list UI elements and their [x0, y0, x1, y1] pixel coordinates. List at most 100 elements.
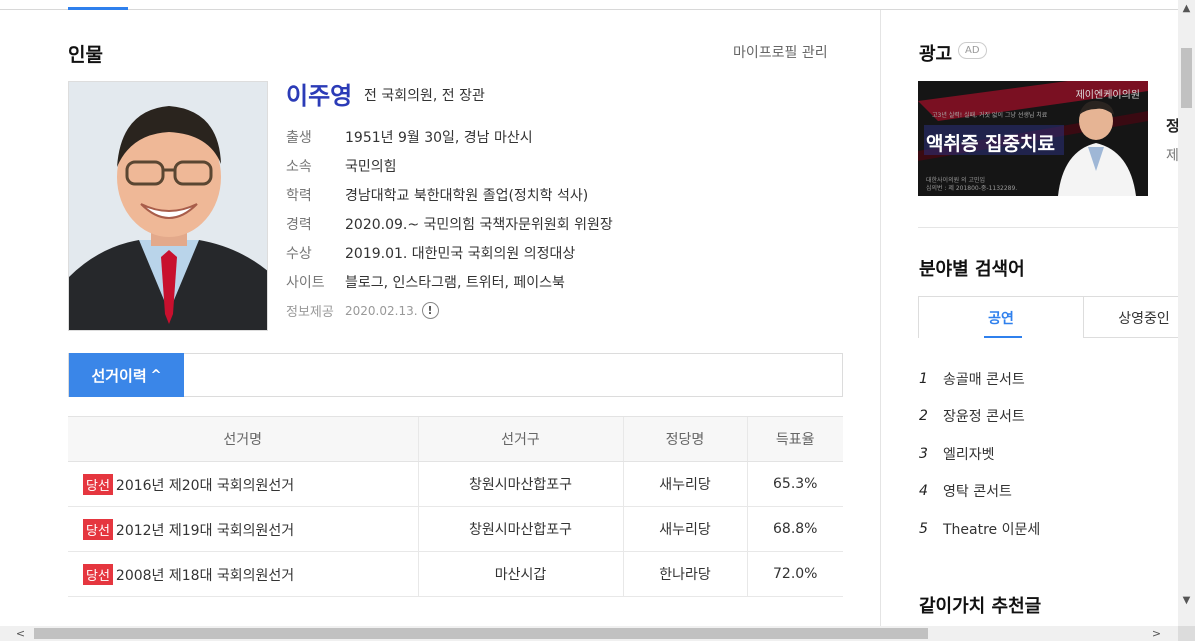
portrait-illustration — [69, 82, 267, 330]
exclamation-circle-icon[interactable]: ! — [421, 302, 439, 319]
vertical-scroll-thumb[interactable] — [1181, 48, 1192, 108]
elected-badge: 당선 — [83, 473, 113, 495]
col-header: 선거구 — [417, 416, 623, 462]
arrow-up-icon[interactable]: ▲ — [1178, 0, 1195, 17]
ad-footnote-line2: 심의번 : 제 201800-중-1132289. — [926, 185, 1018, 192]
info-provider: 정보제공 2020.02.13. ! — [286, 296, 846, 325]
table-row: 당선 2016년 제20대 국회의원선거 창원시마산합포구 새누리당 65.3% — [68, 461, 843, 507]
election-name[interactable]: 2008년 제18대 국회의원선거 — [116, 568, 294, 584]
ad-side-text: 제 — [1166, 148, 1178, 164]
list-item[interactable]: 4 영탁 콘서트 — [919, 473, 1178, 511]
info-row-birth: 출생 1951년 9월 30일, 경남 마산시 — [286, 122, 846, 151]
info-provider-date: 2020.02.13. — [345, 303, 418, 318]
col-header: 선거명 — [68, 416, 418, 462]
keyword-ranking-list: 1 송골매 콘서트 2 장윤정 콘서트 3 엘리자벳 4 영탁 콘서트 5 Th… — [919, 360, 1178, 548]
info-key: 경력 — [286, 216, 312, 233]
tab-label: 선거이력 — [91, 366, 147, 385]
col-header: 득표율 — [746, 416, 843, 462]
info-row-affiliation: 소속 국민의힘 — [286, 151, 846, 180]
info-row-award: 수상 2019.01. 대한민국 국회의원 의정대상 — [286, 238, 846, 267]
election-name-cell: 당선 2016년 제20대 국회의원선거 — [68, 461, 418, 507]
election-name-cell: 당선 2008년 제18대 국회의원선거 — [68, 551, 418, 597]
main-content: 인물 마이프로필 관리 이주영 전 국회의원, 전 장관 출생 1951년 9월… — [0, 10, 880, 626]
ad-copy-small: 고3년 실력! 실패, 거짓 없이 그냥 선생님 치료 — [932, 112, 1048, 119]
district-cell: 창원시마산합포구 — [417, 461, 623, 507]
list-item[interactable]: 2 장윤정 콘서트 — [919, 398, 1178, 436]
election-name-cell: 당선 2012년 제19대 국회의원선거 — [68, 506, 418, 552]
profile-info: 출생 1951년 9월 30일, 경남 마산시 소속 국민의힘 학력 경남대학교… — [286, 122, 846, 325]
info-value: 2020.09.~ 국민의힘 국책자문위원회 위원장 — [345, 216, 613, 233]
arrow-down-icon[interactable]: ▼ — [1178, 592, 1195, 609]
tab-performance[interactable]: 공연 — [918, 296, 1084, 338]
election-name[interactable]: 2012년 제19대 국회의원선거 — [116, 523, 294, 539]
district-cell: 마산시갑 — [417, 551, 623, 597]
info-value: 경남대학교 북한대학원 졸업(정치학 석사) — [345, 187, 589, 204]
scrollbar-corner — [1178, 626, 1195, 641]
my-profile-manage-link[interactable]: 마이프로필 관리 — [733, 42, 828, 62]
person-name[interactable]: 이주영 — [286, 76, 352, 111]
info-row-education: 학력 경남대학교 북한대학원 졸업(정치학 석사) — [286, 180, 846, 209]
list-item[interactable]: 1 송골매 콘서트 — [919, 360, 1178, 398]
rank-number: 5 — [919, 520, 928, 537]
together-recommend-title: 같이가치 추천글 — [919, 596, 1042, 617]
list-item[interactable]: 3 엘리자벳 — [919, 435, 1178, 473]
vertical-scrollbar[interactable]: ▲ ▼ — [1178, 0, 1195, 626]
district-cell: 창원시마산합포구 — [417, 506, 623, 552]
ad-footnote: 대한사이의원 의 고민입 심의번 : 제 201800-중-1132289. — [926, 177, 1017, 193]
party-cell: 한나라당 — [622, 551, 747, 597]
tab-now-showing[interactable]: 상영중인 — [1084, 296, 1178, 338]
list-item[interactable]: 5 Theatre 이문세 — [919, 510, 1178, 548]
info-key: 사이트 — [286, 274, 325, 291]
keyword-label: Theatre 이문세 — [943, 521, 1041, 538]
ad-footnote-line1: 대한사이의원 의 고민입 — [926, 177, 986, 184]
horizontal-scrollbar[interactable]: < > — [0, 626, 1178, 641]
table-header-row: 선거명 선거구 정당명 득표율 — [68, 416, 843, 462]
ad-badge: AD — [958, 42, 987, 59]
rate-cell: 68.8% — [746, 506, 843, 552]
table-row: 당선 2012년 제19대 국회의원선거 창원시마산합포구 새누리당 68.8% — [68, 506, 843, 552]
ad-banner[interactable]: 제이엔케이의원 고3년 실력! 실패, 거짓 없이 그냥 선생님 치료 액취증 … — [918, 81, 1148, 196]
sidebar-divider — [918, 227, 1178, 228]
chevron-up-icon: ^ — [150, 367, 162, 383]
ad-advertiser: 제이엔케이의원 — [1075, 90, 1140, 101]
rate-cell: 65.3% — [746, 461, 843, 507]
election-name[interactable]: 2016년 제20대 국회의원선거 — [116, 478, 294, 494]
party-cell: 새누리당 — [622, 461, 747, 507]
party-cell: 새누리당 — [622, 506, 747, 552]
keyword-label: 장윤정 콘서트 — [943, 409, 1025, 426]
ad-side-title[interactable]: 정 — [1166, 115, 1178, 136]
person-title: 전 국회의원, 전 장관 — [364, 88, 485, 104]
ad-title: 광고 — [919, 44, 953, 65]
info-provider-label: 정보제공 — [286, 305, 334, 320]
info-row-site: 사이트 블로그, 인스타그램, 트위터, 페이스북 — [286, 267, 846, 296]
elected-badge: 당선 — [83, 563, 113, 585]
category-search-title: 분야별 검색어 — [919, 259, 1025, 280]
election-table: 선거명 선거구 정당명 득표율 당선 2016년 제20대 국회의원선거 창원시마… — [68, 416, 843, 597]
election-tabbar: 선거이력 ^ — [68, 353, 843, 397]
info-value[interactable]: 국민의힘 — [345, 156, 397, 176]
info-value: 1951년 9월 30일, 경남 마산시 — [345, 129, 533, 146]
info-value: 2019.01. 대한민국 국회의원 의정대상 — [345, 245, 576, 262]
rank-number: 1 — [919, 370, 928, 387]
arrow-left-icon[interactable]: < — [12, 626, 29, 641]
keyword-label: 엘리자벳 — [943, 446, 995, 463]
horizontal-scroll-thumb[interactable] — [34, 628, 928, 639]
right-sidebar: 광고 AD 제이엔케이의원 고3년 실력! 실패, 거짓 없이 그냥 선생님 치… — [881, 10, 1178, 626]
site-links[interactable]: 블로그, 인스타그램, 트위터, 페이스북 — [345, 272, 565, 292]
category-tabs: 공연 상영중인 — [918, 296, 1178, 338]
arrow-right-icon[interactable]: > — [1148, 626, 1165, 641]
info-row-career: 경력 2020.09.~ 국민의힘 국책자문위원회 위원장 — [286, 209, 846, 238]
section-title: 인물 — [68, 44, 103, 66]
ad-copy-main: 액취증 집중치료 — [926, 133, 1055, 155]
info-key: 학력 — [286, 187, 312, 204]
col-header: 정당명 — [622, 416, 747, 462]
keyword-label: 영탁 콘서트 — [943, 484, 1012, 501]
elected-badge: 당선 — [83, 518, 113, 540]
profile-photo — [68, 81, 268, 331]
info-key: 출생 — [286, 129, 312, 146]
info-key: 소속 — [286, 158, 312, 175]
tab-election-history[interactable]: 선거이력 ^ — [69, 353, 184, 397]
rate-cell: 72.0% — [746, 551, 843, 597]
rank-number: 3 — [919, 445, 928, 462]
rank-number: 2 — [919, 408, 928, 425]
